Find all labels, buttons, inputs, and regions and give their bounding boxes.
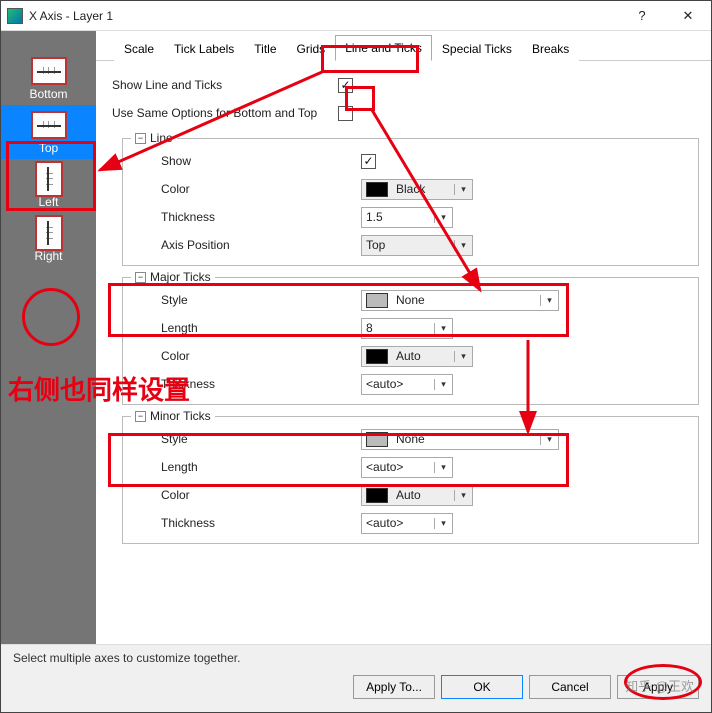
client-area: Bottom Top Left Right Scale Tick Labels … bbox=[1, 31, 711, 644]
major-color-label: Color bbox=[131, 349, 361, 363]
axis-position-combo[interactable]: Top▾ bbox=[361, 235, 473, 256]
axis-item-bottom[interactable]: Bottom bbox=[1, 51, 96, 105]
show-line-ticks-checkbox[interactable] bbox=[338, 78, 353, 93]
line-thickness-label: Thickness bbox=[131, 210, 361, 224]
major-color-combo[interactable]: Auto▾ bbox=[361, 346, 473, 367]
minor-color-combo[interactable]: Auto▾ bbox=[361, 485, 473, 506]
dialog-window: X Axis - Layer 1 ? ✕ Bottom Top Left Rig… bbox=[0, 0, 712, 713]
major-length-combo[interactable]: 8▾ bbox=[361, 318, 453, 339]
color-swatch-icon bbox=[366, 488, 388, 503]
line-thickness-combo[interactable]: 1.5▾ bbox=[361, 207, 453, 228]
group-minor-legend[interactable]: − Minor Ticks bbox=[131, 409, 215, 423]
tab-breaks[interactable]: Breaks bbox=[522, 36, 579, 61]
axis-position-label: Axis Position bbox=[131, 238, 361, 252]
group-minor-ticks: − Minor Ticks Style None▾ Length <auto>▾… bbox=[122, 409, 699, 544]
minor-length-label: Length bbox=[131, 460, 361, 474]
titlebar: X Axis - Layer 1 ? ✕ bbox=[1, 1, 711, 31]
minor-length-combo[interactable]: <auto>▾ bbox=[361, 457, 453, 478]
tab-tick-labels[interactable]: Tick Labels bbox=[164, 36, 244, 61]
chevron-down-icon: ▾ bbox=[454, 240, 472, 251]
tab-grids[interactable]: Grids bbox=[287, 36, 336, 61]
axis-icon bbox=[31, 57, 67, 85]
axis-icon bbox=[35, 215, 63, 251]
axis-side-list: Bottom Top Left Right bbox=[1, 31, 96, 644]
color-swatch-icon bbox=[366, 182, 388, 197]
axis-item-top[interactable]: Top bbox=[1, 105, 96, 159]
use-same-label: Use Same Options for Bottom and Top bbox=[108, 106, 338, 120]
button-row: Apply To... OK Cancel Apply bbox=[13, 675, 699, 699]
footer-hint: Select multiple axes to customize togeth… bbox=[13, 651, 699, 665]
chevron-down-icon: ▾ bbox=[454, 351, 472, 362]
chevron-down-icon: ▾ bbox=[434, 379, 452, 390]
ok-button[interactable]: OK bbox=[441, 675, 523, 699]
line-color-label: Color bbox=[131, 182, 361, 196]
main-pane: Scale Tick Labels Title Grids Line and T… bbox=[96, 31, 711, 644]
group-major-ticks: − Major Ticks Style None▾ Length 8▾ Colo… bbox=[122, 270, 699, 405]
axis-item-left[interactable]: Left bbox=[1, 159, 96, 213]
line-color-combo[interactable]: Black▾ bbox=[361, 179, 473, 200]
axis-item-label: Right bbox=[34, 249, 62, 263]
app-icon bbox=[7, 8, 23, 24]
chevron-down-icon: ▾ bbox=[540, 434, 558, 445]
minor-style-label: Style bbox=[131, 432, 361, 446]
tab-bar: Scale Tick Labels Title Grids Line and T… bbox=[96, 31, 711, 61]
line-show-label: Show bbox=[131, 154, 361, 168]
close-button[interactable]: ✕ bbox=[665, 1, 711, 31]
cancel-button[interactable]: Cancel bbox=[529, 675, 611, 699]
form-area: Show Line and Ticks Use Same Options for… bbox=[108, 71, 699, 644]
group-line: − Line Show Color Black▾ Thickness 1.5▾ … bbox=[122, 131, 699, 266]
style-swatch-icon bbox=[366, 432, 388, 447]
color-swatch-icon bbox=[366, 349, 388, 364]
show-line-ticks-label: Show Line and Ticks bbox=[108, 78, 338, 92]
minor-thickness-combo[interactable]: <auto>▾ bbox=[361, 513, 453, 534]
use-same-checkbox[interactable] bbox=[338, 106, 353, 121]
apply-button[interactable]: Apply bbox=[617, 675, 699, 699]
tab-line-and-ticks[interactable]: Line and Ticks bbox=[335, 35, 432, 61]
axis-item-label: Left bbox=[38, 195, 58, 209]
minor-color-label: Color bbox=[131, 488, 361, 502]
chevron-down-icon: ▾ bbox=[434, 323, 452, 334]
tab-title[interactable]: Title bbox=[244, 36, 286, 61]
axis-icon bbox=[35, 161, 63, 197]
chevron-down-icon: ▾ bbox=[434, 212, 452, 223]
minor-thickness-label: Thickness bbox=[131, 516, 361, 530]
major-style-combo[interactable]: None▾ bbox=[361, 290, 559, 311]
chevron-down-icon: ▾ bbox=[454, 490, 472, 501]
collapse-icon[interactable]: − bbox=[135, 272, 146, 283]
help-button[interactable]: ? bbox=[619, 1, 665, 31]
style-swatch-icon bbox=[366, 293, 388, 308]
axis-icon bbox=[31, 111, 67, 139]
group-major-legend[interactable]: − Major Ticks bbox=[131, 270, 215, 284]
tab-special-ticks[interactable]: Special Ticks bbox=[432, 36, 522, 61]
chevron-down-icon: ▾ bbox=[540, 295, 558, 306]
group-line-legend[interactable]: − Line bbox=[131, 131, 177, 145]
axis-item-label: Top bbox=[39, 141, 58, 155]
collapse-icon[interactable]: − bbox=[135, 133, 146, 144]
major-length-label: Length bbox=[131, 321, 361, 335]
tab-scale[interactable]: Scale bbox=[114, 36, 164, 61]
chevron-down-icon: ▾ bbox=[434, 462, 452, 473]
axis-item-label: Bottom bbox=[29, 87, 67, 101]
chevron-down-icon: ▾ bbox=[454, 184, 472, 195]
chevron-down-icon: ▾ bbox=[434, 518, 452, 529]
apply-to-button[interactable]: Apply To... bbox=[353, 675, 435, 699]
window-title: X Axis - Layer 1 bbox=[29, 9, 619, 23]
footer: Select multiple axes to customize togeth… bbox=[1, 644, 711, 712]
minor-style-combo[interactable]: None▾ bbox=[361, 429, 559, 450]
major-thickness-label: Thickness bbox=[131, 377, 361, 391]
line-show-checkbox[interactable] bbox=[361, 154, 376, 169]
collapse-icon[interactable]: − bbox=[135, 411, 146, 422]
axis-item-right[interactable]: Right bbox=[1, 213, 96, 267]
major-style-label: Style bbox=[131, 293, 361, 307]
major-thickness-combo[interactable]: <auto>▾ bbox=[361, 374, 453, 395]
